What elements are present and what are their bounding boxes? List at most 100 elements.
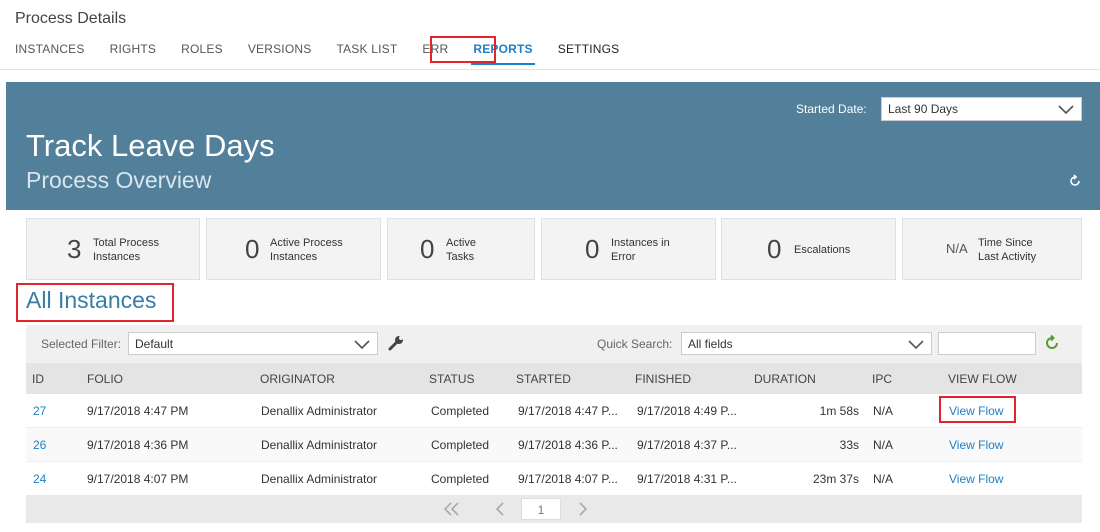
instance-id[interactable]: 27: [33, 404, 46, 418]
highlight-box-view-flow: [939, 396, 1016, 423]
finished-cell: 9/17/2018 4:37 P...: [637, 438, 737, 452]
refresh-icon[interactable]: [1068, 174, 1082, 188]
stat-label-line-1: Active Process: [270, 237, 343, 249]
stat-value: 0: [420, 234, 435, 264]
stat-label: Time Since Last Activity: [978, 236, 1036, 264]
originator-cell: Denallix Administrator: [261, 472, 378, 486]
quick-search-input[interactable]: [938, 332, 1036, 355]
ipc-cell: N/A: [873, 404, 894, 418]
stat-value: 0: [585, 234, 600, 264]
started-date-select[interactable]: Last 90 Days: [881, 97, 1082, 121]
stat-card-instances-in-error[interactable]: 0 Instances in Error: [541, 218, 716, 280]
started-date-value: Last 90 Days: [888, 102, 959, 116]
stat-card-time-since-last-activity[interactable]: N/A Time Since Last Activity: [902, 218, 1082, 280]
tab-settings[interactable]: SETTINGS: [558, 42, 620, 56]
column-header-status[interactable]: STATUS: [429, 372, 475, 386]
status-cell: Completed: [431, 404, 490, 418]
stat-label-line-1: Active: [446, 237, 476, 249]
quick-search-field-value: All fields: [688, 337, 733, 351]
selected-filter-select[interactable]: Default: [128, 332, 378, 355]
tab-roles[interactable]: ROLES: [181, 42, 223, 56]
next-page-icon[interactable]: [577, 501, 589, 517]
ipc-cell: N/A: [873, 438, 894, 452]
column-header-folio[interactable]: FOLIO: [87, 372, 123, 386]
started-cell: 9/17/2018 4:07 P...: [518, 472, 618, 486]
page-title: Process Details: [15, 10, 127, 27]
finished-cell: 9/17/2018 4:49 P...: [637, 404, 737, 418]
first-page-icon[interactable]: [442, 501, 462, 517]
stat-label: Escalations: [794, 243, 850, 257]
instance-id[interactable]: 26: [33, 438, 46, 452]
chevron-down-icon: [354, 340, 370, 350]
column-header-duration[interactable]: DURATION: [754, 372, 816, 386]
pagination-bar: 1: [26, 495, 1082, 523]
tab-rights[interactable]: RIGHTS: [110, 42, 157, 56]
tab-bar: INSTANCES RIGHTS ROLES VERSIONS TASK LIS…: [15, 42, 644, 65]
instance-id[interactable]: 24: [33, 472, 46, 486]
instances-panel: Selected Filter: Default Quick Search: A…: [26, 325, 1082, 523]
wrench-icon[interactable]: [387, 334, 405, 352]
highlight-box-all-instances: [16, 283, 174, 322]
folio-cell: 9/17/2018 4:36 PM: [87, 438, 189, 452]
quick-search-field-select[interactable]: All fields: [681, 332, 932, 355]
table-row[interactable]: 24 9/17/2018 4:07 PM Denallix Administra…: [26, 462, 1082, 496]
chevron-down-icon: [1058, 105, 1074, 115]
duration-cell: 1m 58s: [819, 404, 859, 418]
header-divider: [0, 69, 1100, 70]
table-row[interactable]: 27 9/17/2018 4:47 PM Denallix Administra…: [26, 394, 1082, 428]
column-header-started[interactable]: STARTED: [516, 372, 571, 386]
column-header-id[interactable]: ID: [32, 372, 44, 386]
stat-label-line-1: Escalations: [794, 244, 851, 256]
stat-label: Total Process Instances: [93, 236, 159, 264]
folio-cell: 9/17/2018 4:07 PM: [87, 472, 189, 486]
tab-versions[interactable]: VERSIONS: [248, 42, 312, 56]
stat-value: 0: [767, 234, 782, 264]
stat-label: Instances in Error: [611, 236, 670, 264]
process-overview-subtitle: Process Overview: [26, 167, 212, 193]
stat-label-line-2: Tasks: [446, 251, 475, 263]
view-flow-link[interactable]: View Flow: [949, 438, 1003, 452]
duration-cell: 23m 37s: [812, 472, 859, 486]
stat-label-line-1: Total Process: [93, 237, 160, 249]
quick-search-label: Quick Search:: [597, 337, 673, 351]
stat-value: 3: [67, 234, 82, 264]
stat-card-escalations[interactable]: 0 Escalations: [721, 218, 896, 280]
column-header-ipc[interactable]: IPC: [872, 372, 892, 386]
stat-card-active-tasks[interactable]: 0 Active Tasks: [387, 218, 535, 280]
originator-cell: Denallix Administrator: [261, 438, 378, 452]
tab-task-list[interactable]: TASK LIST: [336, 42, 397, 56]
stat-label-line-1: Time Since: [978, 237, 1033, 249]
stat-card-active-instances[interactable]: 0 Active Process Instances: [206, 218, 381, 280]
folio-cell: 9/17/2018 4:47 PM: [87, 404, 189, 418]
tab-instances[interactable]: INSTANCES: [15, 42, 85, 56]
stat-label: Active Tasks: [446, 236, 476, 264]
selected-filter-value: Default: [135, 337, 174, 351]
stat-card-total-instances[interactable]: 3 Total Process Instances: [26, 218, 200, 280]
process-overview-banner: Started Date: Last 90 Days Track Leave D…: [6, 82, 1100, 210]
stat-label-line-2: Instances: [270, 251, 318, 263]
stat-value: N/A: [946, 241, 968, 256]
table-header: ID FOLIO ORIGINATOR STATUS STARTED FINIS…: [26, 363, 1082, 394]
status-cell: Completed: [431, 438, 490, 452]
column-header-finished[interactable]: FINISHED: [635, 372, 691, 386]
previous-page-icon[interactable]: [494, 501, 506, 517]
stat-label-line-1: Instances in: [611, 237, 670, 249]
highlight-box-reports: [430, 36, 496, 63]
stat-label: Active Process Instances: [270, 236, 343, 264]
started-cell: 9/17/2018 4:36 P...: [518, 438, 618, 452]
status-cell: Completed: [431, 472, 490, 486]
stat-label-line-2: Instances: [93, 251, 141, 263]
page-number-input[interactable]: 1: [521, 498, 561, 520]
refresh-icon[interactable]: [1044, 335, 1060, 351]
stat-value: 0: [245, 234, 260, 264]
started-cell: 9/17/2018 4:47 P...: [518, 404, 618, 418]
table-row[interactable]: 26 9/17/2018 4:36 PM Denallix Administra…: [26, 428, 1082, 462]
originator-cell: Denallix Administrator: [261, 404, 378, 418]
selected-filter-label: Selected Filter:: [41, 337, 122, 351]
started-date-label: Started Date:: [796, 102, 867, 116]
column-header-view-flow[interactable]: VIEW FLOW: [948, 372, 1017, 386]
column-header-originator[interactable]: ORIGINATOR: [260, 372, 335, 386]
finished-cell: 9/17/2018 4:31 P...: [637, 472, 737, 486]
view-flow-link[interactable]: View Flow: [949, 472, 1003, 486]
stat-label-line-2: Last Activity: [978, 251, 1037, 263]
